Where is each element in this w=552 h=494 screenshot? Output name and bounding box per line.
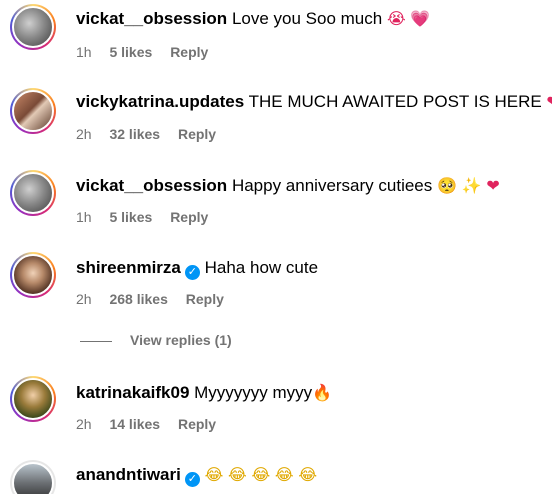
pleading-face-emoji: 🥺 bbox=[437, 176, 457, 195]
replies-divider bbox=[80, 340, 112, 342]
comment-text: Happy anniversary cutiees bbox=[231, 176, 433, 195]
avatar[interactable] bbox=[10, 4, 56, 50]
view-replies-label: View replies (1) bbox=[130, 332, 232, 348]
verified-badge-icon: ✓ bbox=[184, 265, 200, 280]
comment-username[interactable]: vickat__obsession bbox=[76, 9, 227, 28]
comment-time: 2h bbox=[76, 291, 92, 307]
laughing-emoji: 😂 bbox=[251, 465, 271, 484]
sparkles-emoji: ✨ bbox=[461, 176, 482, 195]
likes-count[interactable]: 14 likes bbox=[109, 416, 160, 432]
reply-button[interactable]: Reply bbox=[186, 291, 224, 307]
comment-time: 2h bbox=[76, 126, 92, 142]
comment-username[interactable]: anandntiwari bbox=[76, 465, 181, 484]
comment-username[interactable]: katrinakaifk09 bbox=[76, 383, 189, 402]
avatar[interactable] bbox=[10, 460, 56, 494]
reply-button[interactable]: Reply bbox=[170, 44, 208, 60]
laughing-emoji: 😂 bbox=[298, 465, 318, 484]
comment-text: Myyyyyyy myyy bbox=[194, 383, 313, 402]
comment-text: THE MUCH AWAITED POST IS HERE bbox=[248, 92, 542, 111]
heart-emoji: 💗 bbox=[410, 9, 431, 28]
avatar[interactable] bbox=[10, 88, 56, 134]
laughing-emoji: 😂 bbox=[204, 465, 224, 484]
reply-button[interactable]: Reply bbox=[178, 126, 216, 142]
comment-username[interactable]: vickykatrina.updates bbox=[76, 92, 244, 111]
view-replies-button[interactable]: View replies (1) bbox=[80, 332, 232, 352]
likes-count[interactable]: 5 likes bbox=[109, 209, 152, 225]
comment-time: 1h bbox=[76, 209, 92, 225]
comment-text: Love you Soo much bbox=[231, 9, 383, 28]
avatar[interactable] bbox=[10, 376, 56, 422]
avatar[interactable] bbox=[10, 252, 56, 298]
laughing-emoji: 😂 bbox=[274, 465, 294, 484]
likes-count[interactable]: 268 likes bbox=[109, 291, 167, 307]
verified-badge-icon: ✓ bbox=[184, 472, 200, 487]
comment-username[interactable]: vickat__obsession bbox=[76, 176, 227, 195]
comment-time: 1h bbox=[76, 44, 92, 60]
comments-list: vickat__obsession Love you Soo much 😭 💗 … bbox=[0, 0, 552, 494]
heart-emoji: ❤ bbox=[486, 176, 500, 195]
avatar[interactable] bbox=[10, 170, 56, 216]
comment-username[interactable]: shireenmirza bbox=[76, 258, 181, 277]
reply-button[interactable]: Reply bbox=[178, 416, 216, 432]
reply-button[interactable]: Reply bbox=[170, 209, 208, 225]
heart-emoji: ❤ bbox=[547, 92, 552, 111]
comment-text: Haha how cute bbox=[204, 258, 319, 277]
fire-emoji: 🔥 bbox=[312, 383, 333, 402]
likes-count[interactable]: 5 likes bbox=[109, 44, 152, 60]
comment-time: 2h bbox=[76, 416, 92, 432]
crying-face-emoji: 😭 bbox=[386, 9, 406, 28]
likes-count[interactable]: 32 likes bbox=[109, 126, 160, 142]
laughing-emoji: 😂 bbox=[228, 465, 247, 484]
